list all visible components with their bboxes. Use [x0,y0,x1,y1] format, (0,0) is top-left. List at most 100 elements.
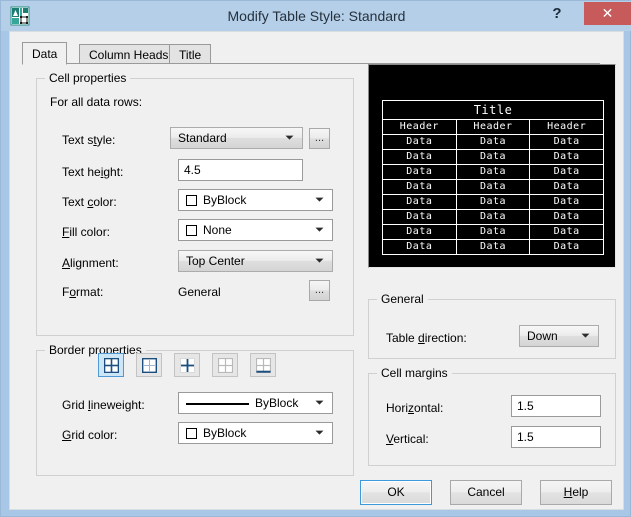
vertical-margin-label: Vertical: [386,432,429,446]
preview-data-cell: Data [529,239,604,255]
format-label: Format: [62,285,104,299]
preview-data-cell: Data [382,164,457,180]
preview-data-cell: Data [382,134,457,150]
inside-borders-icon [179,357,195,373]
help-button[interactable]: Help [540,480,612,505]
preview-data-cell: Data [382,179,457,195]
close-icon[interactable]: ✕ [584,2,631,25]
preview-data-cell: Data [455,164,531,180]
title-help-button[interactable]: ? [544,1,570,27]
tab-strip: Data Column Heads Title [22,42,600,65]
text-color-swatch-icon [186,195,197,206]
horizontal-margin-input[interactable]: 1.5 [511,395,601,417]
border-button-all-borders[interactable] [98,353,124,377]
cell-margins-group: Cell margins [368,366,616,466]
general-group-title: General [377,292,428,306]
grid-color-combo[interactable]: ByBlock ⏷ [178,422,333,444]
preview-data-cell: Data [382,209,457,225]
tab-title[interactable]: Title [169,44,212,64]
preview-title-row: Title [382,100,604,120]
preview-data-cell: Data [529,194,604,210]
preview-data-row: Data Data Data [382,134,604,150]
preview-data-cell: Data [382,239,457,255]
alignment-label: Alignment: [62,256,119,270]
preview-header-cell: Header [382,119,457,135]
ok-button[interactable]: OK [360,480,432,505]
preview-title-cell: Title [382,100,604,120]
grid-lineweight-label: Grid lineweight: [62,398,145,412]
border-button-inside-borders[interactable] [174,353,200,377]
chevron-down-icon: ⏷ [315,397,324,409]
cancel-button[interactable]: Cancel [450,480,522,505]
preview-data-cell: Data [455,149,531,165]
fill-color-value: None [203,223,232,237]
preview-data-cell: Data [455,134,531,150]
text-height-label: Text height: [62,165,124,179]
grid-lineweight-value: ByBlock [255,396,299,410]
text-style-value: Standard [178,131,227,145]
text-style-combo[interactable]: Standard ⏷ [170,127,303,149]
horizontal-margin-label: Horizontal: [386,401,444,415]
preview-data-row: Data Data Data [382,209,604,225]
table-style-preview: Title Header Header Header Data Data Dat… [368,64,616,268]
preview-data-row: Data Data Data [382,179,604,195]
table-direction-value: Down [527,329,558,343]
border-button-outside-borders[interactable] [136,353,162,377]
preview-table: Title Header Header Header Data Data Dat… [382,100,604,255]
preview-data-cell: Data [455,209,531,225]
grid-color-label: Grid color: [62,428,118,442]
lineweight-sample-icon [186,403,249,405]
preview-data-row: Data Data Data [382,224,604,240]
preview-data-cell: Data [529,179,604,195]
tab-data-label: Data [32,47,58,61]
alignment-combo[interactable]: Top Center ⏷ [178,250,333,272]
outside-borders-icon [141,357,157,373]
text-style-browse-button[interactable]: ... [309,128,330,149]
table-direction-combo[interactable]: Down ⏷ [519,325,599,347]
preview-data-cell: Data [529,149,604,165]
title-bar[interactable]: Modify Table Style: Standard ? ✕ [1,1,631,31]
preview-header-cell: Header [529,119,604,135]
preview-data-cell: Data [455,239,531,255]
preview-data-cell: Data [455,224,531,240]
text-color-combo[interactable]: ByBlock ⏷ [178,189,333,211]
tab-column-heads-label: Column Heads [89,48,169,62]
table-direction-label: Table direction: [386,331,467,345]
preview-data-cell: Data [455,194,531,210]
tab-data[interactable]: Data [22,42,68,65]
window-title: Modify Table Style: Standard [227,8,406,24]
format-browse-button[interactable]: ... [309,280,330,301]
grid-color-swatch-icon [186,428,197,439]
all-borders-icon [103,357,119,373]
preview-header-row: Header Header Header [382,119,604,135]
chevron-down-icon: ⏷ [315,194,324,206]
bottom-border-icon [255,357,271,373]
preview-header-cell: Header [455,119,531,135]
fill-color-swatch-icon [186,225,197,236]
tab-column-heads[interactable]: Column Heads [79,44,179,64]
border-button-bottom-border[interactable] [250,353,276,377]
tab-title-label: Title [179,48,202,62]
cell-properties-group-title: Cell properties [45,71,131,85]
text-height-input[interactable]: 4.5 [178,159,303,181]
preview-data-cell: Data [382,194,457,210]
alignment-value: Top Center [186,254,245,268]
fill-color-combo[interactable]: None ⏷ [178,219,333,241]
modify-table-style-dialog: Modify Table Style: Standard ? ✕ Data Co… [0,0,631,517]
chevron-down-icon: ⏷ [315,224,324,236]
format-value: General [178,285,221,299]
preview-data-cell: Data [529,134,604,150]
chevron-down-icon: ⏷ [285,132,294,144]
border-properties-group-title: Border properties [45,343,146,357]
chevron-down-icon: ⏷ [315,255,324,267]
preview-data-row: Data Data Data [382,149,604,165]
preview-data-cell: Data [529,224,604,240]
border-button-no-borders[interactable] [212,353,238,377]
text-color-label: Text color: [62,195,117,209]
vertical-margin-input[interactable]: 1.5 [511,426,601,448]
preview-data-cell: Data [382,224,457,240]
grid-color-value: ByBlock [203,426,247,440]
grid-lineweight-combo[interactable]: ByBlock ⏷ [178,392,333,414]
chevron-down-icon: ⏷ [581,330,590,342]
preview-data-row: Data Data Data [382,239,604,255]
